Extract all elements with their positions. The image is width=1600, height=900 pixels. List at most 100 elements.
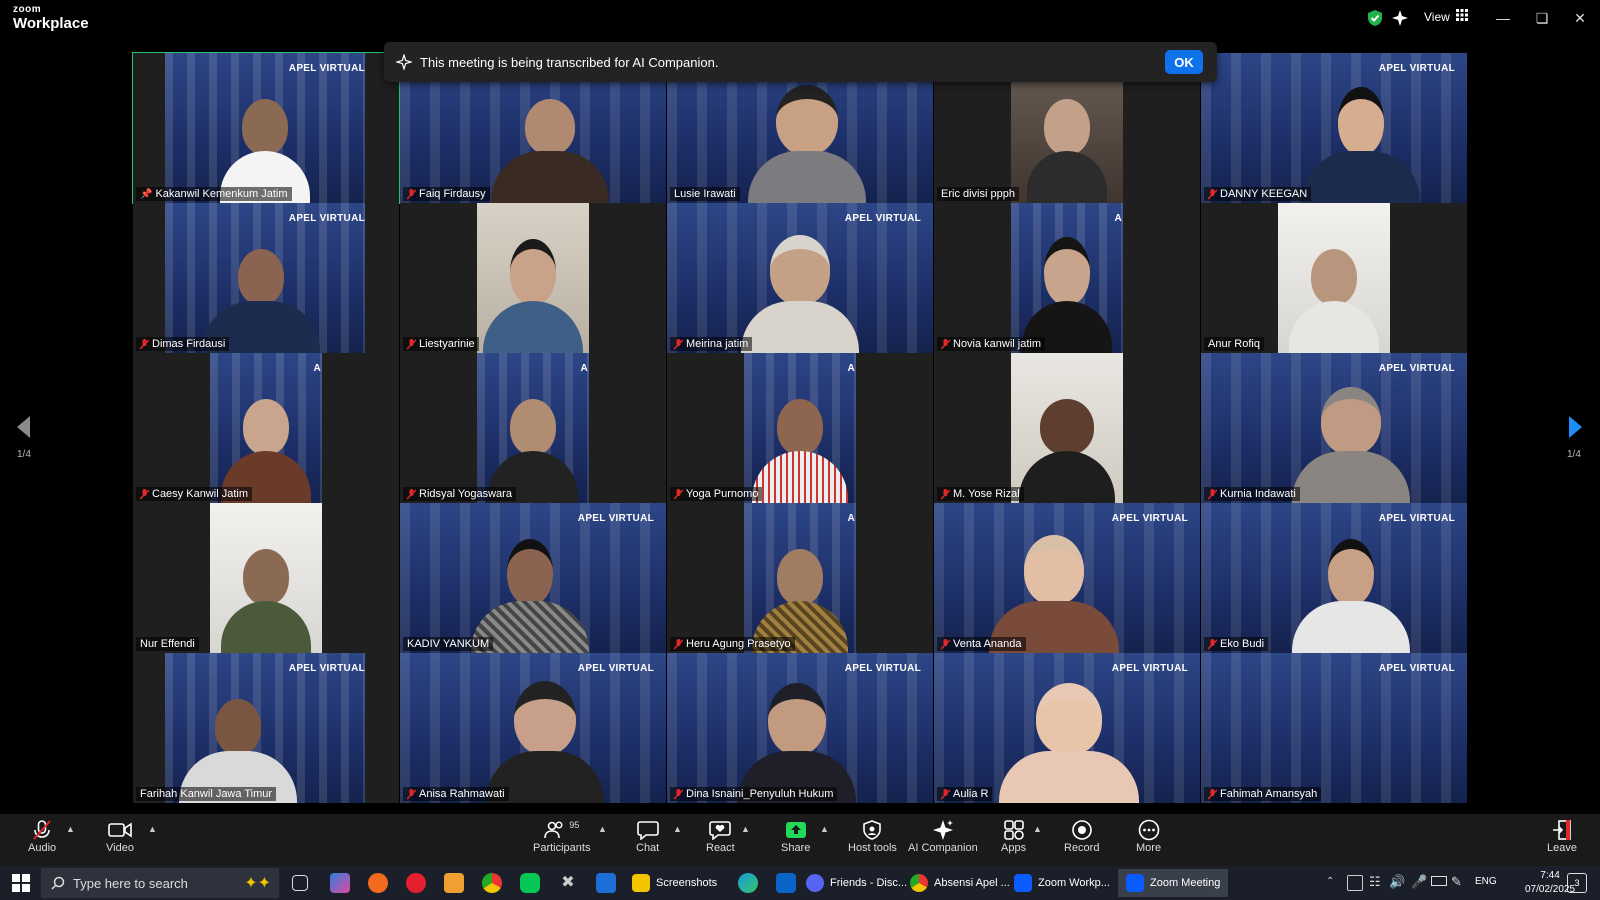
more-label: More	[1136, 842, 1162, 854]
chat-button[interactable]: Chat	[636, 818, 659, 854]
video-tile[interactable]: Liestyarinie	[400, 203, 666, 353]
share-options-caret[interactable]: ▲	[820, 824, 829, 834]
apps-button[interactable]: Apps	[1001, 818, 1026, 854]
video-tile[interactable]: APEL VIRTUAL Meirina jatim	[667, 203, 933, 353]
outlook-icon[interactable]	[776, 873, 796, 893]
taskbar-app-discord[interactable]: Friends - Disc...	[806, 869, 907, 897]
audio-button[interactable]: Audio	[28, 818, 56, 854]
video-tile[interactable]: APEL VIRTUAL Aulia R	[934, 653, 1200, 803]
wifi-icon[interactable]: ☷	[1369, 874, 1381, 890]
video-tile[interactable]: M. Yose Rizal	[934, 353, 1200, 503]
participant-video	[471, 539, 589, 653]
pen-icon[interactable]: ✎	[1451, 874, 1462, 890]
host-shield-icon	[863, 818, 882, 842]
video-tile[interactable]: Nur Effendi	[133, 503, 399, 653]
copilot-icon[interactable]	[330, 873, 350, 893]
taskbar-app-label: Friends - Disc...	[830, 877, 908, 889]
video-tile[interactable]: APEL VIRTUAL DANNY KEEGAN	[1201, 53, 1467, 203]
video-tile[interactable]: APEL VIRTUAL Farihah Kanwil Jawa Timur	[133, 653, 399, 803]
zoom-icon	[1126, 874, 1144, 892]
search-highlight-icon: ✦✦	[244, 875, 271, 892]
opera-icon[interactable]	[406, 873, 426, 893]
video-tile[interactable]: APEL VIRTUAL Anisa Rahmawati	[400, 653, 666, 803]
muted-mic-icon	[407, 338, 416, 349]
tray-app-icon[interactable]	[1347, 875, 1363, 891]
language-indicator[interactable]: ENG	[1475, 876, 1497, 887]
participants-options-caret[interactable]: ▲	[598, 824, 607, 834]
react-button[interactable]: React	[706, 818, 735, 854]
taskbar-app-chrome-absensi[interactable]: Absensi Apel ...	[910, 869, 1010, 897]
video-tile[interactable]: A Novia kanwil jatim	[934, 203, 1200, 353]
taskbar-app-zoom-workplace[interactable]: Zoom Workp...	[1014, 869, 1110, 897]
task-view-icon[interactable]	[292, 875, 308, 891]
video-tile[interactable]: A Yoga Purnomo	[667, 353, 933, 503]
close-button[interactable]: ✕	[1569, 7, 1591, 29]
apps-options-caret[interactable]: ▲	[1033, 824, 1042, 834]
muted-mic-icon	[1208, 788, 1217, 799]
notification-center-icon[interactable]: 3	[1567, 873, 1587, 893]
ai-sparkle-icon[interactable]	[1391, 9, 1409, 27]
ok-button[interactable]: OK	[1165, 50, 1203, 74]
share-button[interactable]: Share	[781, 818, 810, 854]
participant-video	[989, 535, 1119, 653]
previous-page-button[interactable]	[12, 414, 36, 440]
host-tools-button[interactable]: Host tools	[848, 818, 897, 854]
tools-icon[interactable]: ✖	[558, 873, 578, 893]
video-tile[interactable]: Anur Rofiq	[1201, 203, 1467, 353]
react-options-caret[interactable]: ▲	[741, 824, 750, 834]
taskbar-search-box[interactable]: Type here to search ✦✦	[41, 868, 279, 898]
minimize-button[interactable]: —	[1492, 7, 1514, 29]
apel-virtual-watermark-short: A	[580, 363, 588, 374]
logo-line2: Workplace	[13, 15, 89, 32]
notification-count: 3	[1574, 878, 1580, 888]
app-window-icon[interactable]	[596, 873, 616, 893]
battery-icon[interactable]	[1431, 876, 1447, 886]
view-button[interactable]: View	[1424, 9, 1468, 24]
video-tile[interactable]: A Heru Agung Prasetyo	[667, 503, 933, 653]
apel-virtual-watermark-short: A	[313, 363, 321, 374]
video-options-caret[interactable]: ▲	[148, 824, 157, 834]
video-tile[interactable]: A Ridsyal Yogaswara	[400, 353, 666, 503]
record-button[interactable]: Record	[1064, 818, 1099, 854]
video-tile[interactable]: APEL VIRTUAL Eko Budi	[1201, 503, 1467, 653]
line-icon[interactable]	[520, 873, 540, 893]
leave-button[interactable]: Leave	[1547, 818, 1577, 854]
windows-start-icon[interactable]	[12, 874, 30, 897]
video-grid: APEL VIRTUAL 📌 Kakanwil Kemenkum Jatim Fa…	[132, 52, 1467, 803]
taskbar-app-zoom-meeting[interactable]: Zoom Meeting	[1118, 869, 1229, 897]
video-tile[interactable]: APEL VIRTUAL Kurnia Indawati	[1201, 353, 1467, 503]
participants-button[interactable]: 95 Participants	[533, 818, 590, 854]
participant-name: Novia kanwil jatim	[937, 337, 1046, 351]
encryption-shield-icon[interactable]	[1367, 9, 1383, 27]
video-tile[interactable]: APEL VIRTUAL Venta Ananda	[934, 503, 1200, 653]
participant-name: Caesy Kanwil Jatim	[136, 487, 252, 501]
apel-virtual-watermark: APEL VIRTUAL	[844, 213, 921, 224]
file-app-icon[interactable]	[444, 873, 464, 893]
more-button[interactable]: More	[1136, 818, 1161, 854]
volume-icon[interactable]: 🔊	[1389, 874, 1405, 890]
video-tile[interactable]: A Caesy Kanwil Jatim	[133, 353, 399, 503]
apel-virtual-watermark-short: A	[847, 513, 855, 524]
meeting-toolbar: Audio ▲ Video ▲ 95 Participants ▲ Chat ▲…	[0, 814, 1600, 866]
firefox-icon[interactable]	[368, 873, 388, 893]
edge-icon[interactable]	[738, 873, 758, 893]
video-tile[interactable]: APEL VIRTUAL 📌 Kakanwil Kemenkum Jatim	[132, 52, 400, 204]
participant-video	[1022, 237, 1112, 353]
chat-options-caret[interactable]: ▲	[673, 824, 682, 834]
taskbar-app-screenshots[interactable]: Screenshots	[632, 869, 717, 897]
ai-companion-button[interactable]: AI Companion	[908, 818, 978, 854]
video-tile[interactable]: APEL VIRTUAL Fahimah Amansyah	[1201, 653, 1467, 803]
microphone-icon[interactable]: 🎤	[1411, 874, 1427, 890]
video-button[interactable]: Video	[106, 818, 134, 854]
next-page-button[interactable]	[1563, 414, 1587, 440]
participant-video	[221, 549, 311, 653]
video-tile[interactable]: APEL VIRTUAL Dimas Firdausi	[133, 203, 399, 353]
restore-button[interactable]: ❏	[1531, 7, 1553, 29]
video-tile[interactable]: APEL VIRTUAL KADIV YANKUM	[400, 503, 666, 653]
tray-overflow-chevron-icon[interactable]: ⌃	[1326, 876, 1334, 887]
audio-options-caret[interactable]: ▲	[66, 824, 75, 834]
chrome-icon[interactable]	[482, 873, 502, 893]
participant-name: Fahimah Amansyah	[1204, 787, 1322, 801]
video-tile[interactable]: APEL VIRTUAL Dina Isnaini_Penyuluh Hukum	[667, 653, 933, 803]
taskbar-app-label: Zoom Meeting	[1150, 877, 1221, 889]
